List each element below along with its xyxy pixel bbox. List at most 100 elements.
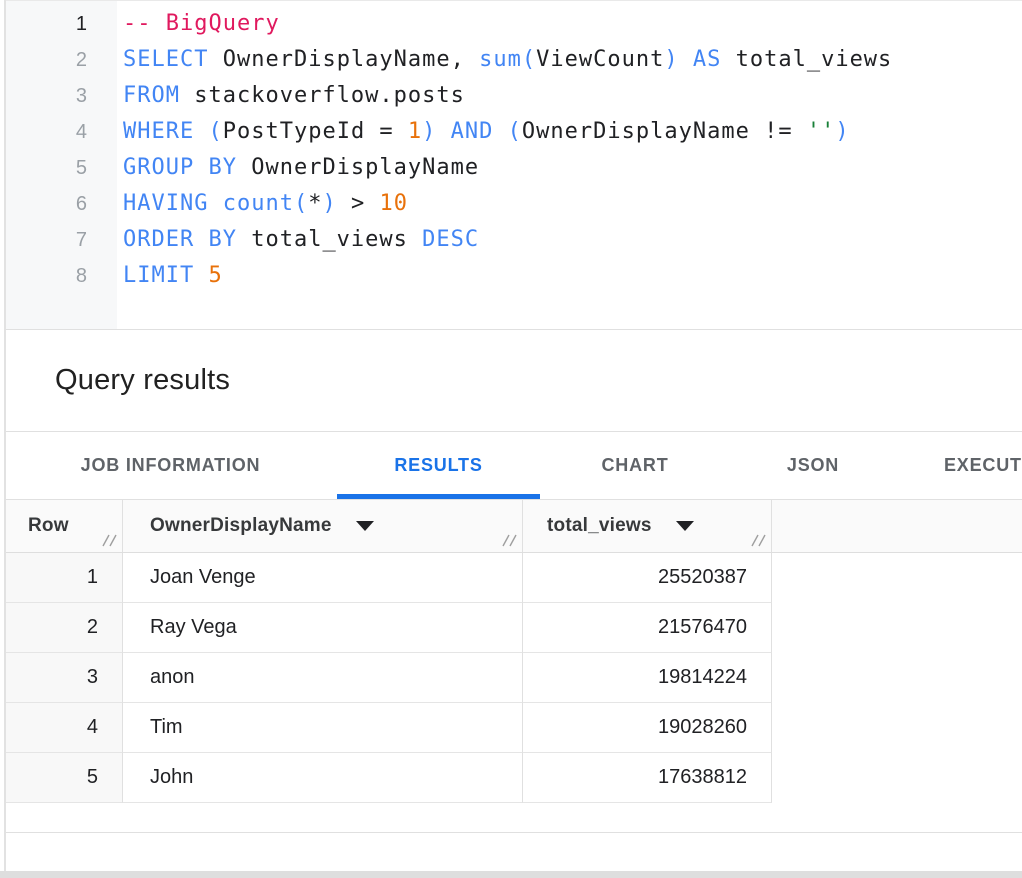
token-id [208,191,222,216]
code-line: 3FROM stackoverflow.posts [6,78,1022,114]
token-kw: ) [422,119,436,144]
table-row: 2Ray Vega21576470 [6,603,1022,653]
dropdown-arrow-icon[interactable] [676,521,694,531]
filler-cell [772,703,1022,753]
owner-name-cell: John [123,753,523,803]
code-text[interactable]: ORDER BY total_views DESC [117,222,479,258]
token-num: 10 [379,191,408,216]
code-text[interactable]: LIMIT 5 [117,258,223,294]
tab-label: RESULTS [394,455,482,476]
tab-bar: JOB INFORMATION RESULTS CHART JSON EXECUTION… [6,432,1022,500]
line-number: 7 [6,222,117,258]
total-views-cell: 21576470 [523,603,772,653]
code-text[interactable]: WHERE (PostTypeId = 1) AND (OwnerDisplay… [117,114,850,150]
token-kw: ( [208,119,222,144]
bigquery-results-panel: 1-- BigQuery2SELECT OwnerDisplayName, su… [0,0,1022,878]
token-kw: LIMIT [123,263,194,288]
column-header-total-views: total_views [523,500,772,552]
column-header-label: Row [28,515,69,537]
token-kw: ( [508,119,522,144]
token-str: '' [807,119,836,144]
tab-json[interactable]: JSON [730,432,896,499]
line-number: 2 [6,42,117,78]
column-header-row: Row [6,500,123,552]
code-text[interactable]: FROM stackoverflow.posts [117,78,465,114]
owner-name-cell: anon [123,653,523,703]
tab-job-information[interactable]: JOB INFORMATION [28,432,313,499]
filler-cell [772,653,1022,703]
tab-label: EXECUTION DETAILS [944,455,1022,476]
table-row: 3anon19814224 [6,653,1022,703]
line-number: 8 [6,258,117,294]
token-kw: ) [664,47,678,72]
token-kw: DESC [422,227,479,252]
token-id [436,119,450,144]
column-header-filler [772,500,1022,552]
code-line: 7ORDER BY total_views DESC [6,222,1022,258]
total-views-cell: 19028260 [523,703,772,753]
table-row: 1Joan Venge25520387 [6,553,1022,603]
token-id: * [308,191,322,216]
panel-left-divider [4,0,6,871]
resize-slashes-icon [102,532,118,548]
filler-cell [772,603,1022,653]
horizontal-scrollbar[interactable] [0,871,1022,878]
token-id: ViewCount [536,47,664,72]
token-id: total_views [237,227,422,252]
code-line: 8LIMIT 5 [6,258,1022,294]
resize-slashes-icon [502,532,518,548]
code-lines: 1-- BigQuery2SELECT OwnerDisplayName, su… [6,1,1022,294]
tab-label: JOB INFORMATION [81,455,261,476]
token-com: -- BigQuery [123,11,280,36]
row-number-cell: 2 [6,603,123,653]
code-text[interactable]: GROUP BY OwnerDisplayName [117,150,479,186]
token-id [493,119,507,144]
query-results-header: Query results [6,330,1022,432]
code-line: 6HAVING count(*) > 10 [6,186,1022,222]
code-line: 2SELECT OwnerDisplayName, sum(ViewCount)… [6,42,1022,78]
line-number: 1 [6,6,117,42]
tab-chart[interactable]: CHART [564,432,706,499]
column-resize-handle[interactable] [102,532,118,548]
token-kw: count( [223,191,308,216]
token-kw: GROUP BY [123,155,237,180]
code-text[interactable]: SELECT OwnerDisplayName, sum(ViewCount) … [117,42,892,78]
line-number: 3 [6,78,117,114]
token-kw: AND [451,119,494,144]
code-text[interactable]: -- BigQuery [117,6,280,42]
tab-results[interactable]: RESULTS [337,432,540,499]
column-resize-handle[interactable] [502,532,518,548]
tab-execution-details[interactable]: EXECUTION DETAILS [920,432,1022,499]
token-id: PostTypeId = [223,119,408,144]
token-kw: sum( [479,47,536,72]
results-table: Row OwnerDisplayName [6,500,1022,833]
line-number: 6 [6,186,117,222]
code-text[interactable]: HAVING count(*) > 10 [117,186,408,222]
row-number-cell: 4 [6,703,123,753]
resize-slashes-icon [751,532,767,548]
token-kw: SELECT [123,47,208,72]
token-id: OwnerDisplayName [237,155,479,180]
owner-name-cell: Tim [123,703,523,753]
total-views-cell: 17638812 [523,753,772,803]
table-row: 5John17638812 [6,753,1022,803]
token-kw: WHERE [123,119,194,144]
token-id: stackoverflow.posts [180,83,465,108]
total-views-cell: 19814224 [523,653,772,703]
token-num: 5 [208,263,222,288]
token-kw: HAVING [123,191,208,216]
sql-editor[interactable]: 1-- BigQuery2SELECT OwnerDisplayName, su… [6,0,1022,330]
token-num: 1 [408,119,422,144]
column-resize-handle[interactable] [751,532,767,548]
line-number: 4 [6,114,117,150]
row-number-cell: 1 [6,553,123,603]
dropdown-arrow-icon[interactable] [356,521,374,531]
filler-cell [772,753,1022,803]
page-title: Query results [55,364,230,397]
code-line: 5GROUP BY OwnerDisplayName [6,150,1022,186]
token-id [194,263,208,288]
token-kw: FROM [123,83,180,108]
code-line: 1-- BigQuery [6,6,1022,42]
row-number-cell: 5 [6,753,123,803]
table-bottom-edge [6,803,1022,833]
